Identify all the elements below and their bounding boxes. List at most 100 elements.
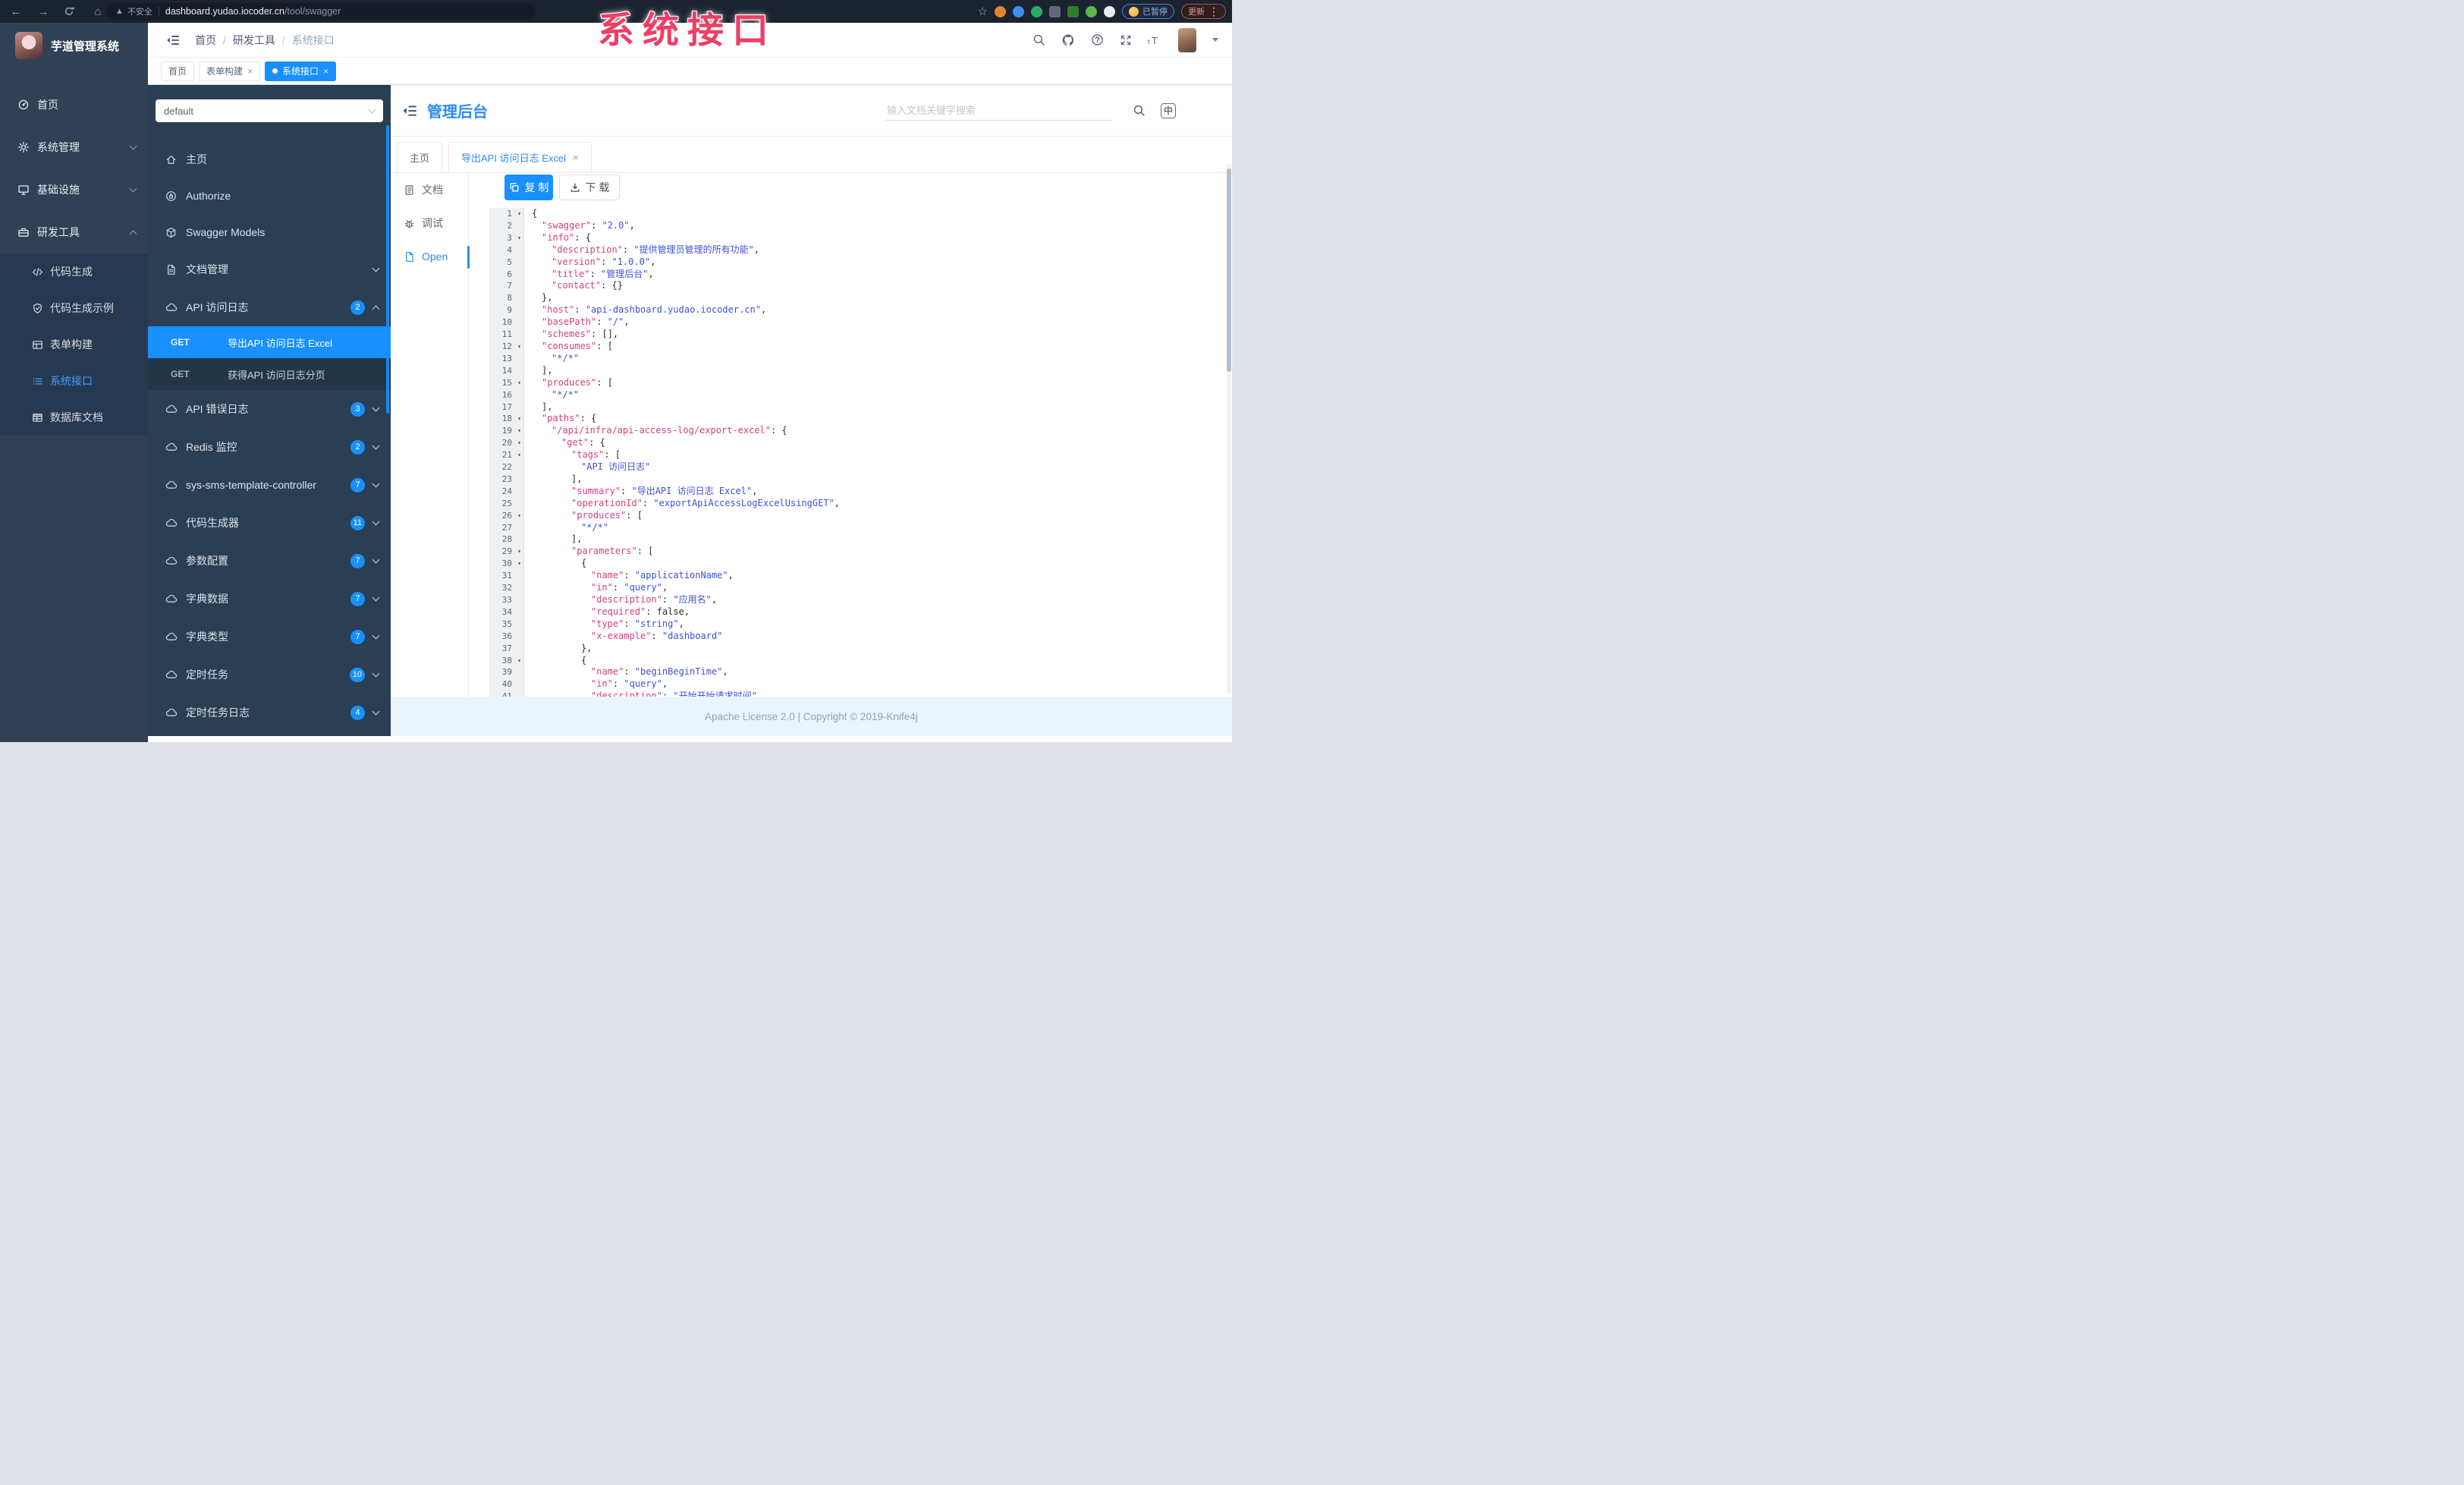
code-text: "API 访问日志" — [581, 461, 651, 473]
swagger-menu-item-参数配置[interactable]: 参数配置 7 — [148, 542, 391, 580]
user-avatar[interactable] — [1178, 27, 1196, 52]
fold-icon[interactable]: ▾ — [517, 341, 521, 353]
app-sidebar: 芋道管理系统 首页 系统管理 基础设施 研发工具 代码生成 代码生成示例 表单构建 系统接口数… — [0, 23, 148, 742]
sidebar-item-研发工具[interactable]: 研发工具 — [0, 211, 148, 253]
extension-icon[interactable] — [1067, 5, 1079, 17]
swagger-menu-item-代码生成器[interactable]: 代码生成器 11 — [148, 504, 391, 542]
doc-side-tab-文档[interactable]: 文档 — [391, 173, 468, 206]
code-line: 21 ▾ "tags": [ — [489, 449, 1227, 462]
swagger-menu-item-岗位[interactable]: 岗位 — [148, 731, 391, 736]
github-icon[interactable] — [1061, 33, 1075, 47]
cube-icon — [165, 227, 178, 238]
extension-icon[interactable] — [1049, 5, 1061, 17]
fold-icon[interactable]: ▾ — [517, 377, 521, 389]
doc-search-input[interactable] — [885, 100, 1113, 121]
forward-icon[interactable]: → — [36, 5, 50, 18]
profile-paused-badge[interactable]: 已暂停 — [1122, 4, 1174, 19]
swagger-menu-item-sys-sms-template-controller[interactable]: sys-sms-template-controller 7 — [148, 466, 391, 504]
code-line: 28], — [489, 533, 1227, 546]
sidebar-item-代码生成[interactable]: 代码生成 — [0, 253, 148, 290]
line-number: 36 — [489, 630, 524, 643]
language-layout-icon[interactable]: 中 — [1161, 102, 1176, 118]
fullscreen-icon[interactable] — [1120, 34, 1132, 46]
home-icon[interactable]: ⌂ — [91, 5, 105, 18]
fold-icon[interactable]: ▾ — [517, 510, 521, 522]
swagger-menu-item-字典类型[interactable]: 字典类型 7 — [148, 618, 391, 656]
fold-icon[interactable]: ▾ — [517, 449, 521, 461]
code-line: 3 ▾ "info": { — [489, 231, 1227, 244]
fold-icon[interactable]: ▾ — [517, 208, 521, 220]
swagger-menu-item-Swagger Models[interactable]: Swagger Models — [148, 214, 391, 250]
cloud-icon — [165, 631, 178, 643]
sidebar-item-数据库文档[interactable]: 数据库文档 — [0, 399, 148, 436]
fold-icon[interactable]: ▾ — [517, 437, 521, 449]
not-secure-warning[interactable]: ▲ 不安全 — [115, 5, 152, 17]
code-line: 10 "basePath": "/", — [489, 316, 1227, 329]
sidebar-item-系统接口[interactable]: 系统接口 — [0, 363, 148, 399]
swagger-menu-item-字典数据[interactable]: 字典数据 7 — [148, 580, 391, 618]
extension-icon[interactable] — [1013, 5, 1024, 17]
bookmark-star-icon[interactable]: ☆ — [978, 5, 988, 18]
api-item-导出API 访问日志 Excel[interactable]: GET 导出API 访问日志 Excel — [148, 326, 391, 358]
code-text: "name": "applicationName", — [591, 570, 734, 581]
warning-icon: ▲ — [115, 7, 124, 16]
extension-icon[interactable] — [1086, 5, 1097, 17]
fold-icon[interactable]: ▾ — [517, 413, 521, 425]
swagger-menu-item-Authorize[interactable]: Authorize — [148, 178, 391, 214]
address-bar[interactable]: ▲ 不安全 dashboard.yudao.iocoder.cn/tool/sw… — [106, 3, 536, 20]
download-button[interactable]: 下 载 — [559, 175, 620, 200]
close-icon[interactable]: × — [573, 152, 579, 163]
tag-表单构建[interactable]: 表单构建 × — [199, 61, 261, 81]
fold-icon[interactable]: ▾ — [517, 546, 521, 558]
doc-tab-主页[interactable]: 主页 — [397, 142, 443, 172]
code-text: ], — [571, 533, 583, 545]
copy-button[interactable]: 复 制 — [504, 175, 553, 200]
reload-icon[interactable] — [64, 6, 77, 17]
font-size-icon[interactable]: tT — [1148, 34, 1162, 46]
extension-icon[interactable] — [1104, 5, 1115, 17]
help-icon[interactable] — [1091, 33, 1104, 46]
chevron-down-icon[interactable] — [1212, 38, 1218, 42]
breadcrumb-item[interactable]: 研发工具 — [233, 33, 275, 48]
code-editor[interactable]: 1 ▾ {2 "swagger": "2.0", 3 ▾ "info": {4 "descri… — [489, 208, 1227, 697]
page-scrollbar[interactable] — [1227, 163, 1231, 694]
sidebar-item-基础设施[interactable]: 基础设施 — [0, 168, 148, 211]
close-icon[interactable]: × — [323, 66, 328, 77]
update-button[interactable]: 更新 ⋮ — [1181, 4, 1226, 19]
scrollbar-thumb[interactable] — [1227, 168, 1231, 372]
back-icon[interactable]: ← — [9, 5, 23, 18]
collapse-menu-icon[interactable] — [402, 103, 417, 118]
swagger-sidebar: default 主页 Authorize Swagger Models 文档管理 API… — [148, 85, 391, 736]
swagger-menu-item-定时任务[interactable]: 定时任务 10 — [148, 656, 391, 694]
fold-icon[interactable]: ▾ — [517, 655, 521, 667]
sidebar-item-表单构建[interactable]: 表单构建 — [0, 326, 148, 363]
sidebar-item-首页[interactable]: 首页 — [0, 83, 148, 126]
sidebar-scrollbar[interactable] — [386, 125, 389, 414]
swagger-menu-item-Redis 监控[interactable]: Redis 监控 2 — [148, 428, 391, 466]
api-group-select[interactable]: default — [156, 99, 383, 122]
swagger-menu-item-API 访问日志[interactable]: API 访问日志 2 — [148, 288, 391, 326]
api-item-获得API 访问日志分页[interactable]: GET 获得API 访问日志分页 — [148, 358, 391, 390]
doc-tab-导出API 访问日志 Excel[interactable]: 导出API 访问日志 Excel × — [448, 142, 592, 172]
doc-side-tab-Open[interactable]: Open — [391, 240, 468, 273]
tag-系统接口[interactable]: 系统接口 × — [265, 61, 337, 81]
search-icon[interactable] — [1032, 33, 1045, 46]
search-icon[interactable] — [1133, 104, 1146, 117]
fold-icon[interactable]: ▾ — [517, 232, 521, 244]
hamburger-icon[interactable] — [166, 33, 180, 47]
fold-icon[interactable]: ▾ — [517, 425, 521, 437]
extension-icon[interactable] — [995, 5, 1006, 17]
swagger-menu-item-主页[interactable]: 主页 — [148, 141, 391, 178]
fold-icon[interactable]: ▾ — [517, 558, 521, 570]
tag-首页[interactable]: 首页 — [161, 61, 195, 81]
extension-icon[interactable] — [1031, 5, 1042, 17]
sidebar-item-代码生成示例[interactable]: 代码生成示例 — [0, 290, 148, 326]
close-icon[interactable]: × — [247, 66, 253, 77]
sidebar-item-系统管理[interactable]: 系统管理 — [0, 126, 148, 168]
swagger-menu-item-文档管理[interactable]: 文档管理 — [148, 250, 391, 288]
doc-side-tab-调试[interactable]: 调试 — [391, 206, 468, 240]
breadcrumb-item[interactable]: 首页 — [195, 33, 216, 48]
swagger-menu-item-定时任务日志[interactable]: 定时任务日志 4 — [148, 694, 391, 731]
browser-menu-icon[interactable]: ⋮ — [1208, 5, 1219, 18]
swagger-menu-item-API 错误日志[interactable]: API 错误日志 3 — [148, 390, 391, 428]
